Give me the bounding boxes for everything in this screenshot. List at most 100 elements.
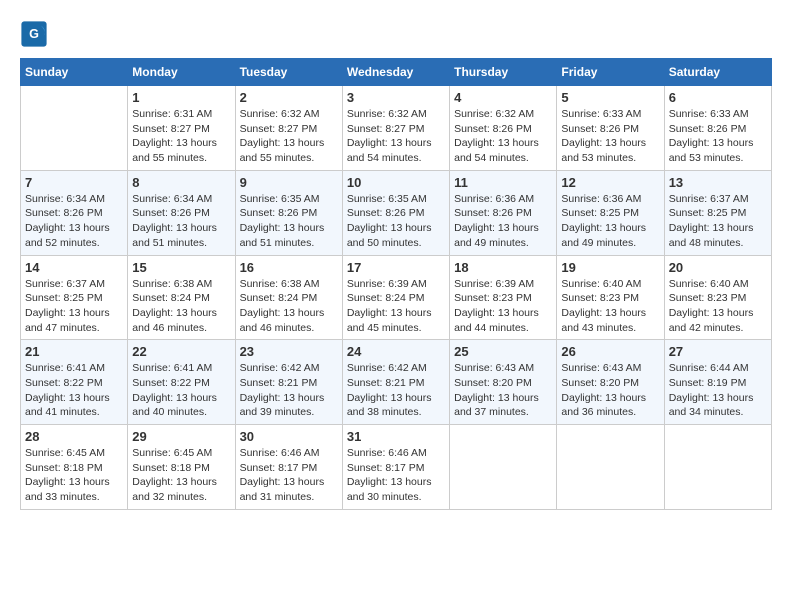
day-info: Sunrise: 6:40 AMSunset: 8:23 PMDaylight:… [669, 277, 767, 336]
logo-icon: G [20, 20, 48, 48]
logo: G [20, 20, 52, 48]
day-header-wednesday: Wednesday [342, 59, 449, 86]
page-header: G [20, 20, 772, 48]
day-info: Sunrise: 6:34 AMSunset: 8:26 PMDaylight:… [132, 192, 230, 251]
day-number: 2 [240, 90, 338, 105]
day-number: 30 [240, 429, 338, 444]
calendar-cell: 23Sunrise: 6:42 AMSunset: 8:21 PMDayligh… [235, 340, 342, 425]
day-number: 18 [454, 260, 552, 275]
day-info: Sunrise: 6:31 AMSunset: 8:27 PMDaylight:… [132, 107, 230, 166]
day-info: Sunrise: 6:42 AMSunset: 8:21 PMDaylight:… [347, 361, 445, 420]
calendar-cell: 21 Sunrise: 6:41 AMSunset: 8:22 PMDayligh… [21, 340, 128, 425]
calendar-cell: 28 Sunrise: 6:45 AMSunset: 8:18 PMDayligh… [21, 425, 128, 510]
day-number: 9 [240, 175, 338, 190]
day-number: 24 [347, 344, 445, 359]
calendar-cell: 29 Sunrise: 6:45 AMSunset: 8:18 PMDayligh… [128, 425, 235, 510]
day-info: Sunrise: 6:41 AMSunset: 8:22 PMDaylight:… [132, 361, 230, 420]
day-info: Sunrise: 6:32 AMSunset: 8:27 PMDaylight:… [240, 107, 338, 166]
calendar-cell: 11 Sunrise: 6:36 AMSunset: 8:26 PMDayligh… [450, 170, 557, 255]
day-number: 22 [132, 344, 230, 359]
calendar-cell: 26Sunrise: 6:43 AMSunset: 8:20 PMDayligh… [557, 340, 664, 425]
day-number: 13 [669, 175, 767, 190]
calendar-week-row: 14Sunrise: 6:37 AMSunset: 8:25 PMDayligh… [21, 255, 772, 340]
day-header-saturday: Saturday [664, 59, 771, 86]
day-number: 15 [132, 260, 230, 275]
calendar-cell: 5Sunrise: 6:33 AMSunset: 8:26 PMDaylight… [557, 86, 664, 171]
day-number: 20 [669, 260, 767, 275]
day-number: 12 [561, 175, 659, 190]
day-info: Sunrise: 6:32 AMSunset: 8:26 PMDaylight:… [454, 107, 552, 166]
day-header-monday: Monday [128, 59, 235, 86]
calendar-cell: 24 Sunrise: 6:42 AMSunset: 8:21 PMDayligh… [342, 340, 449, 425]
calendar-cell [557, 425, 664, 510]
day-number: 10 [347, 175, 445, 190]
day-info: Sunrise: 6:33 AMSunset: 8:26 PMDaylight:… [561, 107, 659, 166]
calendar-cell: 17 Sunrise: 6:39 AMSunset: 8:24 PMDayligh… [342, 255, 449, 340]
calendar-cell: 4 Sunrise: 6:32 AMSunset: 8:26 PMDaylight… [450, 86, 557, 171]
day-number: 23 [240, 344, 338, 359]
calendar-cell: 18 Sunrise: 6:39 AMSunset: 8:23 PMDayligh… [450, 255, 557, 340]
day-number: 21 [25, 344, 123, 359]
calendar-cell: 12 Sunrise: 6:36 AMSunset: 8:25 PMDayligh… [557, 170, 664, 255]
day-number: 14 [25, 260, 123, 275]
calendar-cell: 1 Sunrise: 6:31 AMSunset: 8:27 PMDaylight… [128, 86, 235, 171]
day-info: Sunrise: 6:33 AMSunset: 8:26 PMDaylight:… [669, 107, 767, 166]
day-number: 29 [132, 429, 230, 444]
calendar-cell: 10 Sunrise: 6:35 AMSunset: 8:26 PMDayligh… [342, 170, 449, 255]
day-info: Sunrise: 6:46 AMSunset: 8:17 PMDaylight:… [240, 446, 338, 505]
calendar-header-row: SundayMondayTuesdayWednesdayThursdayFrid… [21, 59, 772, 86]
day-info: Sunrise: 6:32 AMSunset: 8:27 PMDaylight:… [347, 107, 445, 166]
day-number: 16 [240, 260, 338, 275]
day-info: Sunrise: 6:38 AMSunset: 8:24 PMDaylight:… [132, 277, 230, 336]
day-header-sunday: Sunday [21, 59, 128, 86]
calendar-cell: 3 Sunrise: 6:32 AMSunset: 8:27 PMDaylight… [342, 86, 449, 171]
day-info: Sunrise: 6:34 AMSunset: 8:26 PMDaylight:… [25, 192, 123, 251]
calendar-week-row: 28 Sunrise: 6:45 AMSunset: 8:18 PMDayligh… [21, 425, 772, 510]
calendar-cell: 9Sunrise: 6:35 AMSunset: 8:26 PMDaylight… [235, 170, 342, 255]
calendar-cell: 27Sunrise: 6:44 AMSunset: 8:19 PMDayligh… [664, 340, 771, 425]
svg-text:G: G [29, 27, 39, 41]
day-info: Sunrise: 6:43 AMSunset: 8:20 PMDaylight:… [454, 361, 552, 420]
day-info: Sunrise: 6:46 AMSunset: 8:17 PMDaylight:… [347, 446, 445, 505]
day-info: Sunrise: 6:36 AMSunset: 8:26 PMDaylight:… [454, 192, 552, 251]
calendar-cell: 20 Sunrise: 6:40 AMSunset: 8:23 PMDayligh… [664, 255, 771, 340]
calendar-cell: 13 Sunrise: 6:37 AMSunset: 8:25 PMDayligh… [664, 170, 771, 255]
day-number: 1 [132, 90, 230, 105]
day-number: 28 [25, 429, 123, 444]
calendar-week-row: 21 Sunrise: 6:41 AMSunset: 8:22 PMDayligh… [21, 340, 772, 425]
calendar-cell [450, 425, 557, 510]
day-info: Sunrise: 6:44 AMSunset: 8:19 PMDaylight:… [669, 361, 767, 420]
calendar-cell: 15 Sunrise: 6:38 AMSunset: 8:24 PMDayligh… [128, 255, 235, 340]
day-number: 4 [454, 90, 552, 105]
day-number: 3 [347, 90, 445, 105]
day-info: Sunrise: 6:43 AMSunset: 8:20 PMDaylight:… [561, 361, 659, 420]
day-info: Sunrise: 6:39 AMSunset: 8:24 PMDaylight:… [347, 277, 445, 336]
day-number: 19 [561, 260, 659, 275]
calendar-cell: 16 Sunrise: 6:38 AMSunset: 8:24 PMDayligh… [235, 255, 342, 340]
day-number: 31 [347, 429, 445, 444]
calendar-week-row: 1 Sunrise: 6:31 AMSunset: 8:27 PMDaylight… [21, 86, 772, 171]
day-info: Sunrise: 6:45 AMSunset: 8:18 PMDaylight:… [25, 446, 123, 505]
day-number: 25 [454, 344, 552, 359]
day-header-tuesday: Tuesday [235, 59, 342, 86]
calendar-cell: 19 Sunrise: 6:40 AMSunset: 8:23 PMDayligh… [557, 255, 664, 340]
calendar-cell: 30 Sunrise: 6:46 AMSunset: 8:17 PMDayligh… [235, 425, 342, 510]
day-number: 8 [132, 175, 230, 190]
day-info: Sunrise: 6:37 AMSunset: 8:25 PMDaylight:… [669, 192, 767, 251]
calendar-cell: 14Sunrise: 6:37 AMSunset: 8:25 PMDayligh… [21, 255, 128, 340]
calendar-cell [664, 425, 771, 510]
day-info: Sunrise: 6:40 AMSunset: 8:23 PMDaylight:… [561, 277, 659, 336]
day-number: 6 [669, 90, 767, 105]
day-info: Sunrise: 6:39 AMSunset: 8:23 PMDaylight:… [454, 277, 552, 336]
day-info: Sunrise: 6:45 AMSunset: 8:18 PMDaylight:… [132, 446, 230, 505]
day-info: Sunrise: 6:38 AMSunset: 8:24 PMDaylight:… [240, 277, 338, 336]
calendar-cell: 8 Sunrise: 6:34 AMSunset: 8:26 PMDaylight… [128, 170, 235, 255]
day-number: 17 [347, 260, 445, 275]
calendar-cell [21, 86, 128, 171]
calendar-cell: 2 Sunrise: 6:32 AMSunset: 8:27 PMDaylight… [235, 86, 342, 171]
calendar-cell: 6 Sunrise: 6:33 AMSunset: 8:26 PMDaylight… [664, 86, 771, 171]
day-info: Sunrise: 6:35 AMSunset: 8:26 PMDaylight:… [347, 192, 445, 251]
day-number: 11 [454, 175, 552, 190]
day-info: Sunrise: 6:41 AMSunset: 8:22 PMDaylight:… [25, 361, 123, 420]
day-info: Sunrise: 6:36 AMSunset: 8:25 PMDaylight:… [561, 192, 659, 251]
